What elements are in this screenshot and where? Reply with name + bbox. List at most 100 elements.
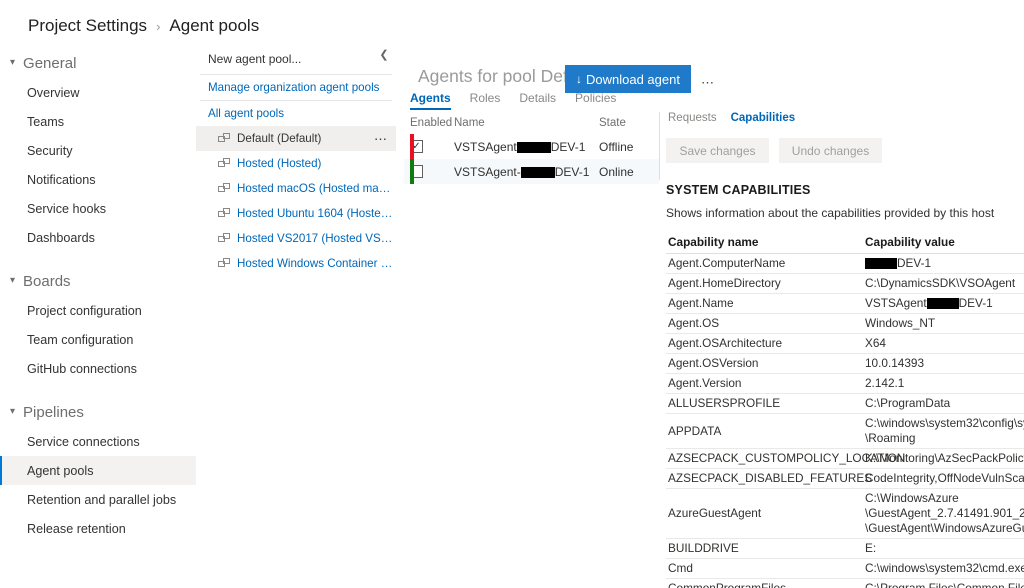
capability-value-cell: E: bbox=[863, 539, 1024, 559]
chevron-left-icon[interactable]: ❮ bbox=[376, 46, 392, 62]
sidebar-group-general[interactable]: ▾General bbox=[0, 48, 196, 78]
breadcrumb-separator-icon: › bbox=[156, 19, 160, 34]
sidebar-item-security[interactable]: Security bbox=[0, 136, 196, 165]
agents-table-header: Enabled Name State bbox=[404, 112, 659, 134]
save-changes-button[interactable]: Save changes bbox=[666, 138, 769, 163]
sidebar-item-notifications[interactable]: Notifications bbox=[0, 165, 196, 194]
nav-spacer bbox=[0, 383, 196, 397]
capability-row: Agent.OSVersion10.0.14393 bbox=[666, 354, 1024, 374]
sidebar-item-label: Release retention bbox=[27, 522, 126, 536]
capability-value-text: DEV-1 bbox=[959, 296, 993, 310]
agent-pool-label: Default (Default) bbox=[237, 132, 321, 145]
sidebar-item-agent-pools[interactable]: Agent pools bbox=[0, 456, 196, 485]
agent-pool-list-panel: ❮ New agent pool... Manage organization … bbox=[196, 44, 396, 280]
agent-pool-label: Hosted VS2017 (Hosted VS2017) bbox=[237, 232, 396, 245]
breadcrumb-root[interactable]: Project Settings bbox=[28, 16, 147, 36]
agent-pool-item[interactable]: Hosted (Hosted) bbox=[196, 151, 396, 176]
capability-name-cell: CommonProgramFiles bbox=[666, 579, 863, 588]
capabilities-pane: Requests Capabilities Save changes Undo c… bbox=[666, 112, 1024, 588]
sidebar-item-label: Dashboards bbox=[27, 231, 95, 245]
sidebar-item-label: Security bbox=[27, 144, 73, 158]
redacted-text bbox=[517, 142, 551, 153]
agent-state-cell: Online bbox=[599, 165, 659, 179]
undo-changes-button[interactable]: Undo changes bbox=[779, 138, 882, 163]
capability-value-text: C:\Program Files\Common Files bbox=[865, 581, 1024, 588]
agent-pool-icon bbox=[218, 257, 234, 271]
capability-value-cell: VSTSAgentDEV-1 bbox=[863, 294, 1024, 314]
capability-name-cell: Agent.Name bbox=[666, 294, 863, 314]
agent-row[interactable]: ✓VSTSAgentDEV-1Offline bbox=[404, 134, 659, 159]
agent-status-bar bbox=[410, 159, 414, 184]
tab-requests[interactable]: Requests bbox=[668, 112, 717, 124]
capability-row: Agent.HomeDirectoryC:\DynamicsSDK\VSOAge… bbox=[666, 274, 1024, 294]
capability-value-cell: Windows_NT bbox=[863, 314, 1024, 334]
capability-name-cell: Agent.OS bbox=[666, 314, 863, 334]
tab-capabilities[interactable]: Capabilities bbox=[731, 112, 796, 124]
download-agent-button[interactable]: ↓ Download agent bbox=[565, 65, 691, 93]
sidebar-item-label: Project configuration bbox=[27, 304, 142, 318]
capability-row: Agent.OSArchitectureX64 bbox=[666, 334, 1024, 354]
tab-policies[interactable]: Policies bbox=[575, 91, 616, 110]
new-agent-pool-button[interactable]: New agent pool... bbox=[196, 44, 396, 74]
sidebar-item-label: Notifications bbox=[27, 173, 96, 187]
sidebar-item-retention-and-parallel-jobs[interactable]: Retention and parallel jobs bbox=[0, 485, 196, 514]
capabilities-tabs: Requests Capabilities bbox=[666, 112, 1024, 124]
capability-row: CommonProgramFilesC:\Program Files\Commo… bbox=[666, 579, 1024, 588]
agent-pool-item[interactable]: Hosted macOS (Hosted macOS) bbox=[196, 176, 396, 201]
agent-pool-item[interactable]: Hosted Ubuntu 1604 (Hosted U... bbox=[196, 201, 396, 226]
agent-status-bar bbox=[410, 134, 414, 159]
agent-pool-item[interactable]: Hosted VS2017 (Hosted VS2017) bbox=[196, 226, 396, 251]
capability-name-cell: ALLUSERSPROFILE bbox=[666, 394, 863, 414]
sidebar-item-overview[interactable]: Overview bbox=[0, 78, 196, 107]
agents-table: Enabled Name State ✓VSTSAgentDEV-1Offlin… bbox=[404, 112, 659, 184]
header-ellipsis-icon[interactable]: ⋯ bbox=[701, 76, 715, 89]
capability-value-cell: C:\windows\system32\config\syste \Roamin… bbox=[863, 414, 1024, 449]
sidebar-group-boards[interactable]: ▾Boards bbox=[0, 266, 196, 296]
redacted-text bbox=[927, 298, 959, 309]
capability-value-text: C:\windows\system32\config\syste \Roamin… bbox=[865, 416, 1024, 445]
agent-pool-label: Hosted Windows Container (Ho... bbox=[237, 257, 396, 270]
capability-name-cell: AZSECPACK_DISABLED_FEATURES bbox=[666, 469, 863, 489]
capability-value-text: Windows_NT bbox=[865, 316, 935, 330]
chevron-down-icon: ▾ bbox=[10, 276, 15, 286]
sidebar-group-pipelines[interactable]: ▾Pipelines bbox=[0, 397, 196, 427]
tab-agents[interactable]: Agents bbox=[410, 91, 451, 110]
agent-pool-icon bbox=[218, 157, 234, 171]
sidebar-item-label: Service connections bbox=[27, 435, 140, 449]
capability-name-cell: BUILDDRIVE bbox=[666, 539, 863, 559]
capability-name-cell: Agent.OSArchitecture bbox=[666, 334, 863, 354]
agent-row[interactable]: VSTSAgent-DEV-1Online bbox=[404, 159, 659, 184]
capability-row: BUILDDRIVEE: bbox=[666, 539, 1024, 559]
capability-value-cell: C:\DynamicsSDK\VSOAgent bbox=[863, 274, 1024, 294]
sidebar-item-label: GitHub connections bbox=[27, 362, 137, 376]
sidebar-item-github-connections[interactable]: GitHub connections bbox=[0, 354, 196, 383]
page-title: Agent pools bbox=[169, 16, 259, 36]
agent-pool-item[interactable]: Hosted Windows Container (Ho... bbox=[196, 251, 396, 276]
sidebar-item-service-hooks[interactable]: Service hooks bbox=[0, 194, 196, 223]
capability-row: Agent.OSWindows_NT bbox=[666, 314, 1024, 334]
tab-roles[interactable]: Roles bbox=[470, 91, 501, 110]
sidebar-item-release-retention[interactable]: Release retention bbox=[0, 514, 196, 543]
column-header-name: Name bbox=[454, 117, 599, 129]
sidebar-item-service-connections[interactable]: Service connections bbox=[0, 427, 196, 456]
manage-organization-agent-pools-link[interactable]: Manage organization agent pools bbox=[196, 75, 396, 100]
capability-value-text: X64 bbox=[865, 336, 886, 350]
capability-name-cell: Agent.OSVersion bbox=[666, 354, 863, 374]
sidebar-item-team-configuration[interactable]: Team configuration bbox=[0, 325, 196, 354]
sidebar-item-label: Overview bbox=[27, 86, 79, 100]
capability-row: CmdC:\windows\system32\cmd.exe bbox=[666, 559, 1024, 579]
capability-value-cell: CodeIntegrity,OffNodeVulnScan bbox=[863, 469, 1024, 489]
sidebar-item-project-configuration[interactable]: Project configuration bbox=[0, 296, 196, 325]
agent-pool-item[interactable]: Default (Default) ⋯ bbox=[196, 126, 396, 151]
sidebar-item-dashboards[interactable]: Dashboards bbox=[0, 223, 196, 252]
capability-row: AZSECPACK_CUSTOMPOLICY_LOCATIONK:\Monito… bbox=[666, 449, 1024, 469]
capability-value-text: C:\ProgramData bbox=[865, 396, 950, 410]
capability-value-text: E: bbox=[865, 541, 876, 555]
sidebar-item-teams[interactable]: Teams bbox=[0, 107, 196, 136]
ellipsis-icon[interactable]: ⋯ bbox=[374, 132, 388, 145]
sidebar-item-label: Team configuration bbox=[27, 333, 133, 347]
tab-details[interactable]: Details bbox=[519, 91, 556, 110]
all-agent-pools-link[interactable]: All agent pools bbox=[196, 101, 396, 126]
capabilities-table-header: Capability name Capability value bbox=[666, 234, 1024, 254]
capability-value-cell: 2.142.1 bbox=[863, 374, 1024, 394]
